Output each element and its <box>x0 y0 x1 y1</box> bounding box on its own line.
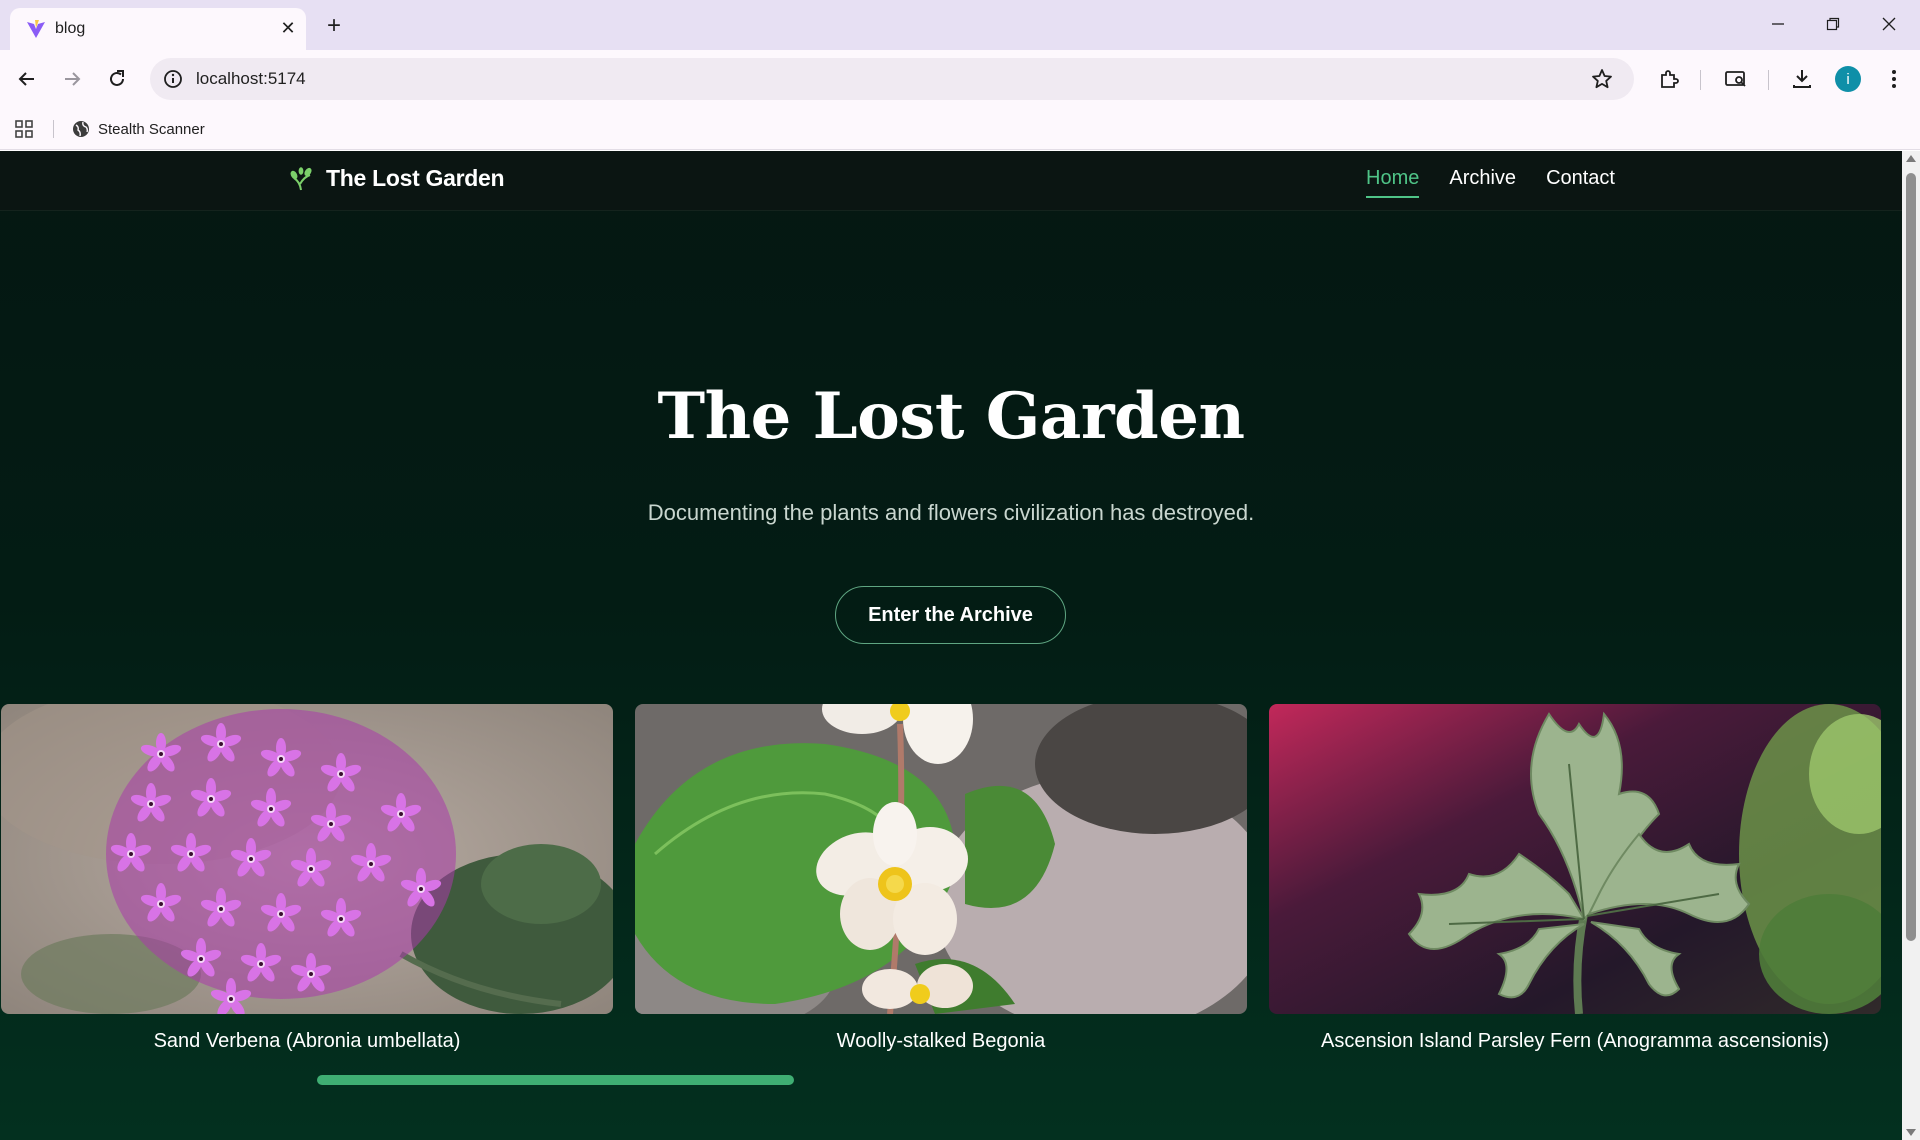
brand[interactable]: The Lost Garden <box>290 165 505 192</box>
sprout-leaf-icon <box>290 166 312 190</box>
address-bar[interactable]: localhost:5174 <box>150 58 1634 100</box>
site-header: The Lost Garden Home Archive Contact <box>0 151 1902 211</box>
nav-link-home[interactable]: Home <box>1366 167 1420 198</box>
download-icon[interactable] <box>1788 65 1816 93</box>
bookmark-label: Stealth Scanner <box>98 120 205 138</box>
nav-link-archive[interactable]: Archive <box>1449 167 1516 198</box>
plant-caption: Woolly-stalked Begonia <box>836 1030 1046 1052</box>
bookmark-stealth-scanner[interactable]: Stealth Scanner <box>72 116 205 142</box>
browser-toolbar: localhost:5174 i <box>0 50 1920 108</box>
brand-name: The Lost Garden <box>326 165 505 191</box>
apps-grid-icon[interactable] <box>14 119 34 139</box>
vite-favicon-icon <box>27 20 45 38</box>
purple-flower-cluster-image <box>1 704 613 1014</box>
hero-subtitle: Documenting the plants and flowers civil… <box>647 500 1255 525</box>
back-arrow-icon[interactable] <box>10 62 44 96</box>
new-tab-icon[interactable]: + <box>318 10 350 42</box>
carousel-progress-bar[interactable] <box>317 1075 794 1085</box>
bookmark-star-icon[interactable] <box>1590 67 1614 91</box>
scroll-down-arrow-icon[interactable] <box>1906 1129 1916 1136</box>
bookmarks-divider <box>53 120 54 138</box>
plant-card[interactable]: Sand Verbena (Abronia umbellata) <box>1 704 613 1053</box>
close-window-icon[interactable] <box>1869 8 1909 40</box>
browser-tab[interactable]: blog ✕ <box>10 8 306 50</box>
tab-strip: blog ✕ + <box>0 0 1920 50</box>
bookmarks-bar: Stealth Scanner <box>0 108 1920 150</box>
cast-search-icon[interactable] <box>1722 65 1750 93</box>
toolbar-divider <box>1768 70 1769 90</box>
scroll-up-arrow-icon[interactable] <box>1906 155 1916 162</box>
page-scrollbar[interactable] <box>1902 151 1920 1140</box>
restore-icon[interactable] <box>1813 8 1853 40</box>
tab-title: blog <box>55 20 86 37</box>
page-viewport: The Lost Garden Home Archive Contact The… <box>0 151 1902 1140</box>
plant-caption: Ascension Island Parsley Fern (Anogramma… <box>1321 1030 1829 1052</box>
url-text[interactable]: localhost:5174 <box>196 69 306 89</box>
forward-arrow-icon[interactable] <box>55 62 89 96</box>
plant-caption: Sand Verbena (Abronia umbellata) <box>153 1030 461 1052</box>
plant-card[interactable]: Ascension Island Parsley Fern (Anogramma… <box>1269 704 1881 1053</box>
main-nav: Home Archive Contact <box>1366 167 1615 198</box>
toolbar-divider <box>1700 70 1701 90</box>
scrollbar-thumb[interactable] <box>1906 173 1916 941</box>
nav-link-contact[interactable]: Contact <box>1546 167 1615 198</box>
hero-title: The Lost Garden <box>657 379 1245 454</box>
close-tab-icon[interactable]: ✕ <box>276 16 300 40</box>
site-info-icon[interactable] <box>162 68 184 90</box>
globe-icon <box>73 121 89 137</box>
more-menu-icon[interactable] <box>1880 65 1908 93</box>
plant-card[interactable]: Woolly-stalked Begonia <box>635 704 1247 1053</box>
enter-archive-button[interactable]: Enter the Archive <box>835 586 1066 644</box>
profile-avatar[interactable]: i <box>1835 66 1861 92</box>
white-begonia-flower-image <box>635 704 1247 1014</box>
reload-icon[interactable] <box>100 62 134 96</box>
green-fern-frond-image <box>1269 704 1881 1014</box>
minimize-icon[interactable] <box>1758 8 1798 40</box>
extensions-icon[interactable] <box>1655 65 1683 93</box>
